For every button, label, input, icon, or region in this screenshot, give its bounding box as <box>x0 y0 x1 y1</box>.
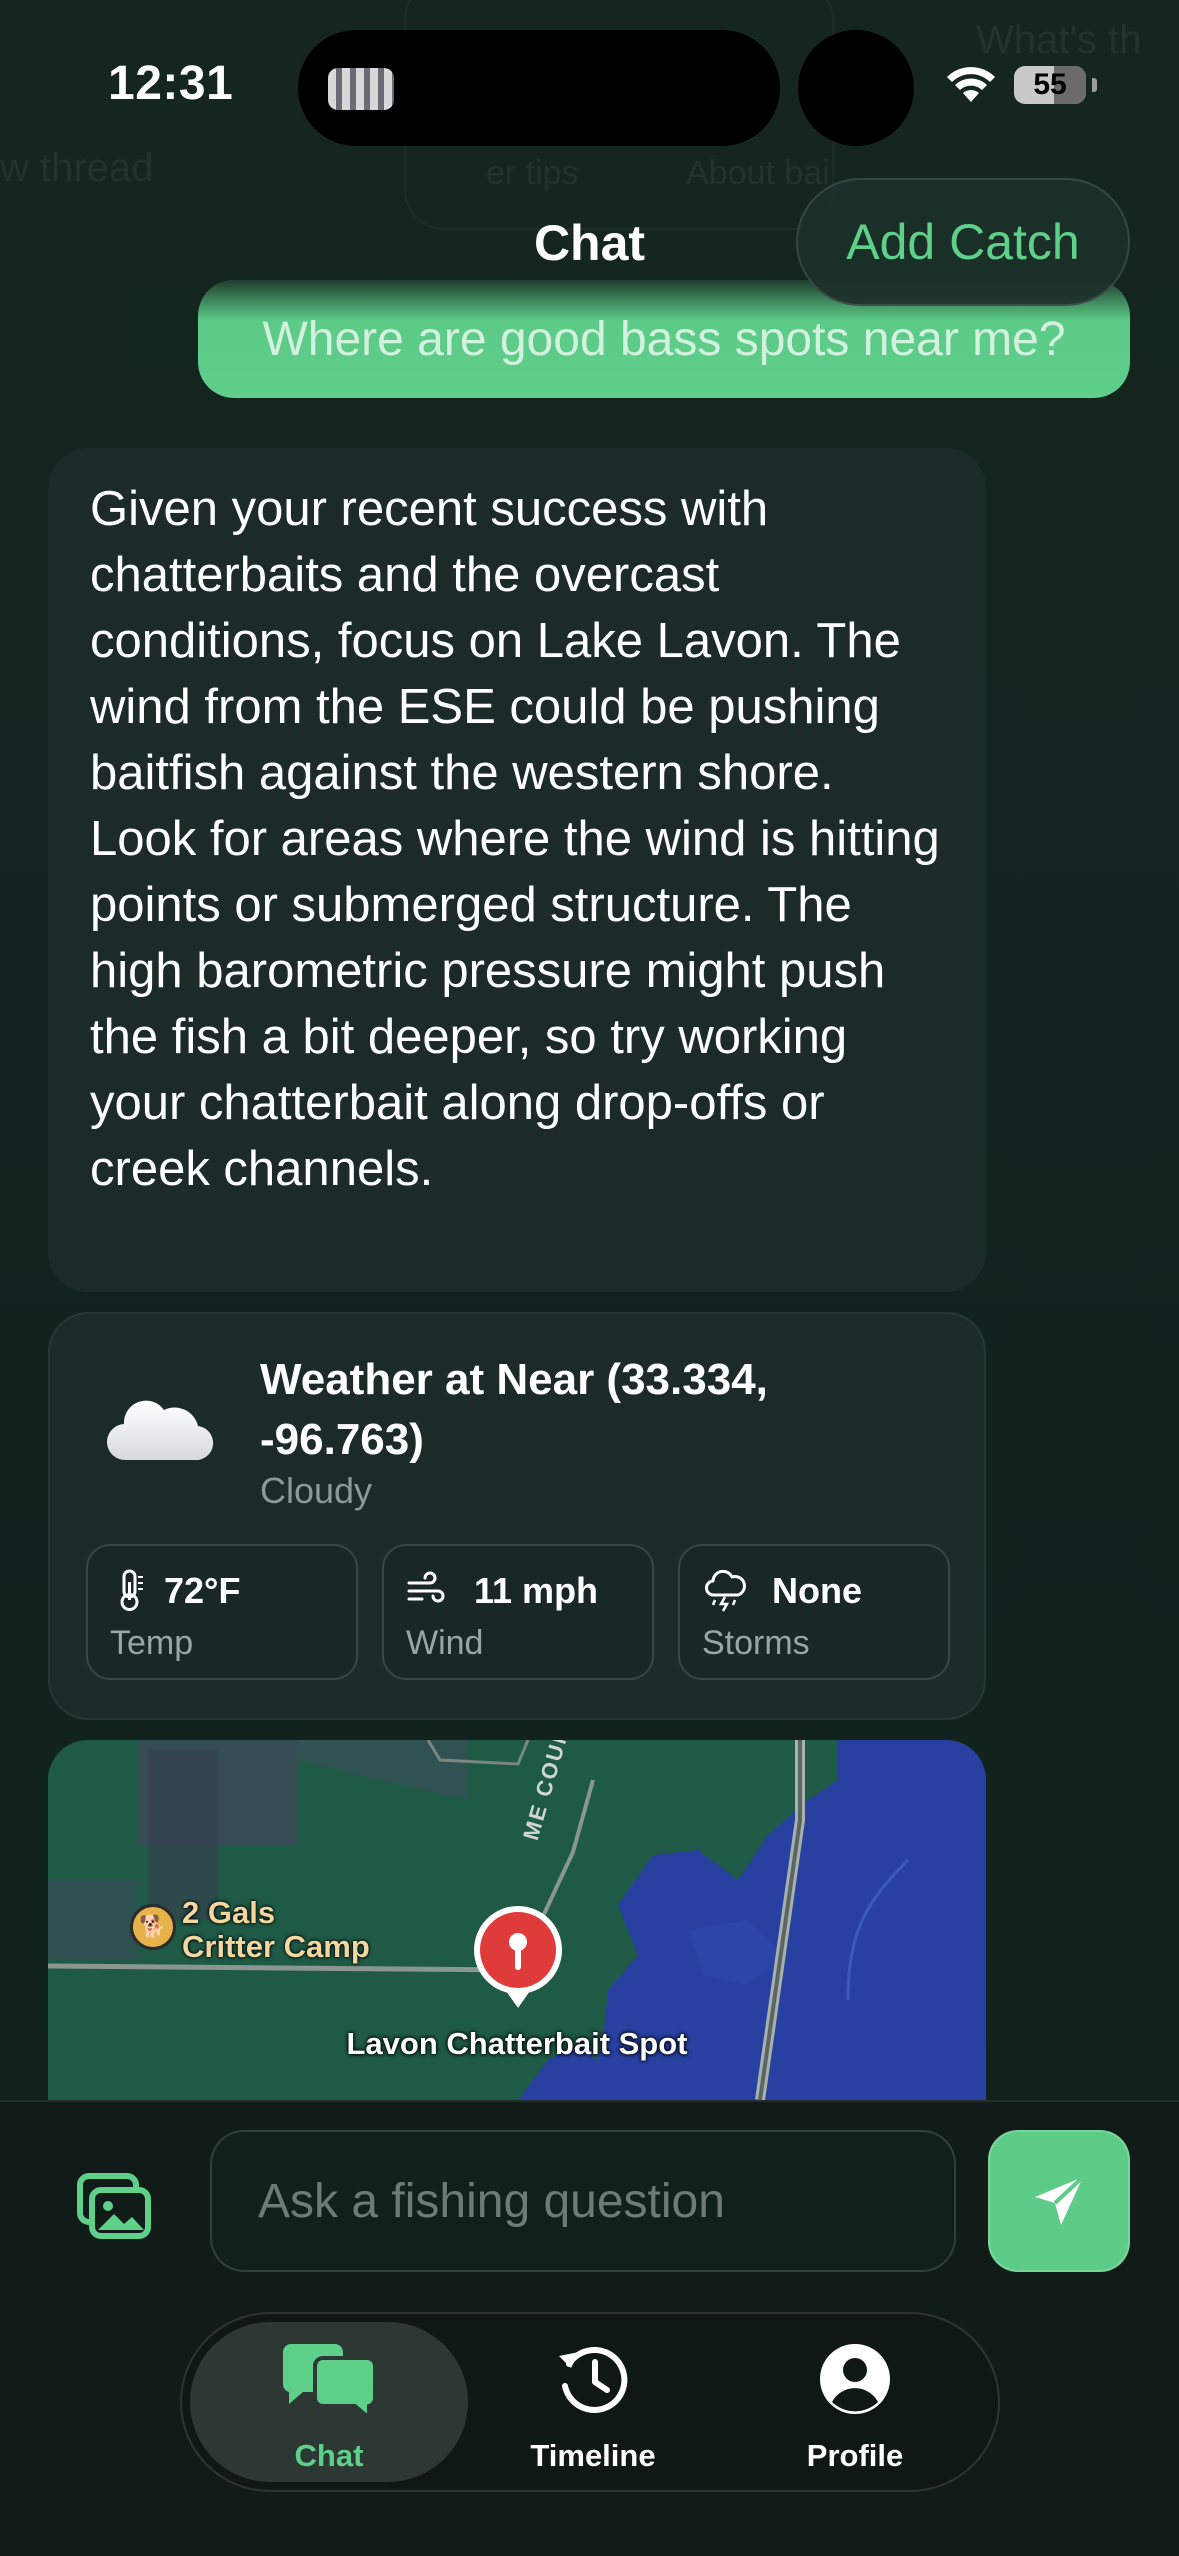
profile-icon <box>820 2344 890 2414</box>
stat-value: 11 mph <box>474 1570 599 1611</box>
pin-label: Lavon Chatterbait Spot <box>346 2026 688 2061</box>
background-text: What's th <box>976 18 1142 62</box>
map-view[interactable]: ME COUN 🐕 2 Gals Critter Camp Lavon Chat… <box>48 1740 986 2100</box>
tab-chat[interactable]: Chat <box>190 2322 468 2482</box>
tab-bar: Chat Timeline Profile <box>180 2312 1000 2492</box>
background-text: er tips <box>486 154 579 192</box>
weather-card: Weather at Near (33.334, -96.763) Cloudy… <box>48 1312 986 1720</box>
battery-level: 55 <box>1033 68 1067 101</box>
now-playing-thumbnail <box>328 68 394 110</box>
tab-label: Chat <box>294 2438 364 2473</box>
battery-icon: 55 <box>1014 66 1086 104</box>
background-text: w thread <box>0 146 154 190</box>
weather-title: Weather at Near (33.334, -96.763) <box>260 1355 768 1464</box>
weather-condition: Cloudy <box>260 1470 373 1511</box>
wifi-icon <box>947 67 995 102</box>
thermometer-icon <box>120 1569 143 1611</box>
wind-icon <box>407 1571 445 1603</box>
background-text: About bai <box>686 154 830 192</box>
storm-icon <box>705 1569 746 1612</box>
photo-library-icon[interactable] <box>76 2172 152 2242</box>
stat-value: 72°F <box>164 1570 241 1611</box>
stat-temp: 72°F Temp <box>86 1544 358 1680</box>
tab-label: Timeline <box>530 2438 656 2473</box>
map-pin-icon[interactable] <box>470 1904 566 2014</box>
stat-wind: 11 mph Wind <box>382 1544 654 1680</box>
dynamic-island <box>298 30 780 146</box>
stat-storms: None Storms <box>678 1544 950 1680</box>
stat-label: Wind <box>406 1624 484 1662</box>
cloud-icon <box>106 1400 214 1461</box>
user-message-text: Where are good bass spots near me? <box>262 312 1066 366</box>
chat-bubbles-icon <box>282 2344 377 2423</box>
tab-timeline[interactable]: Timeline <box>454 2322 732 2482</box>
poi-label: 2 Gals Critter Camp <box>182 1895 370 1964</box>
assistant-message-bubble: Given your recent success with chatterba… <box>48 448 986 1292</box>
assistant-message-text: Given your recent success with chatterba… <box>90 482 940 1196</box>
tab-profile[interactable]: Profile <box>716 2322 994 2482</box>
status-time: 12:31 <box>108 57 234 110</box>
send-icon <box>1035 2175 1085 2225</box>
pet-poi-icon: 🐕 <box>130 1904 176 1950</box>
tab-label: Profile <box>806 2438 904 2473</box>
composer-bar: Chat Timeline Profile <box>0 2100 1179 2556</box>
camera-cutout <box>798 30 914 146</box>
battery-tip <box>1092 78 1097 92</box>
question-input[interactable] <box>210 2130 956 2272</box>
stat-value: None <box>772 1570 862 1611</box>
stat-label: Storms <box>702 1624 810 1662</box>
history-icon <box>559 2347 628 2413</box>
send-button[interactable] <box>988 2130 1130 2272</box>
app-screen: w thread er tips About bai What's th 12:… <box>0 0 1179 2556</box>
stat-label: Temp <box>110 1624 194 1662</box>
add-catch-button[interactable]: Add Catch <box>796 178 1130 306</box>
